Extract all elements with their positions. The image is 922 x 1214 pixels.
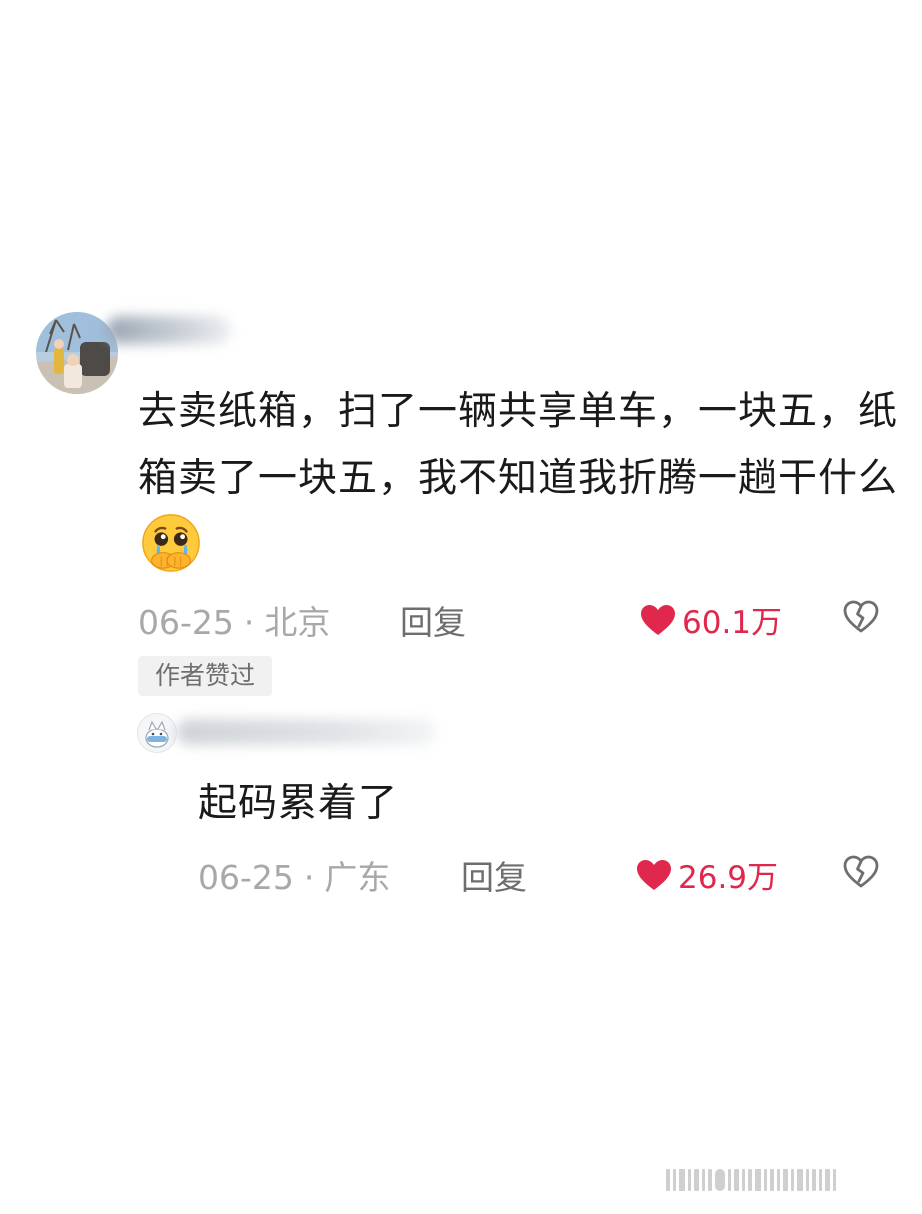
comment-body: 去卖纸箱，扫了一辆共享单车，一块五，纸箱卖了一块五，我不知道我折腾一趟干什么 [138, 378, 898, 581]
reply-body: 起码累着了 [198, 781, 399, 826]
watermark-logo [666, 1167, 888, 1193]
comment-like-button[interactable]: 60.1万 [640, 597, 782, 642]
commenter-name-blurred[interactable] [106, 316, 231, 344]
reply-location: 广东 [324, 858, 391, 897]
heart-icon [637, 859, 671, 890]
comment-location: 北京 [264, 603, 331, 642]
reply-dislike-button[interactable] [843, 855, 879, 893]
avatar-photo-icon [36, 312, 118, 394]
author-liked-badge: 作者赞过 [138, 656, 272, 696]
comment-date: 06-25 [138, 603, 234, 642]
broken-heart-icon [843, 600, 879, 633]
heart-icon [641, 604, 675, 635]
broken-heart-icon [843, 855, 879, 888]
replier-name-blurred[interactable] [176, 719, 436, 745]
meta-separator: · [243, 603, 255, 642]
comment-dislike-button[interactable] [843, 600, 879, 638]
reply-date: 06-25 [198, 858, 294, 897]
reply-reply-button[interactable]: 回复 [461, 851, 527, 899]
meta-separator: · [303, 858, 315, 897]
reply-meta: 06-25 · 广东 [198, 851, 390, 899]
comment-like-count: 60.1万 [682, 605, 783, 641]
comment-text: 去卖纸箱，扫了一辆共享单车，一块五，纸箱卖了一块五，我不知道我折腾一趟干什么 [138, 389, 899, 501]
replier-avatar[interactable] [137, 713, 177, 753]
comment-meta: 06-25 · 北京 [138, 596, 330, 644]
comment-reply-button[interactable]: 回复 [400, 596, 466, 644]
reply-like-count: 26.9万 [678, 860, 779, 896]
crying-face-hands-over-mouth-icon [142, 514, 200, 572]
reply-like-button[interactable]: 26.9万 [636, 852, 778, 897]
cartoon-avatar-icon [138, 714, 176, 752]
commenter-avatar[interactable] [36, 312, 118, 394]
